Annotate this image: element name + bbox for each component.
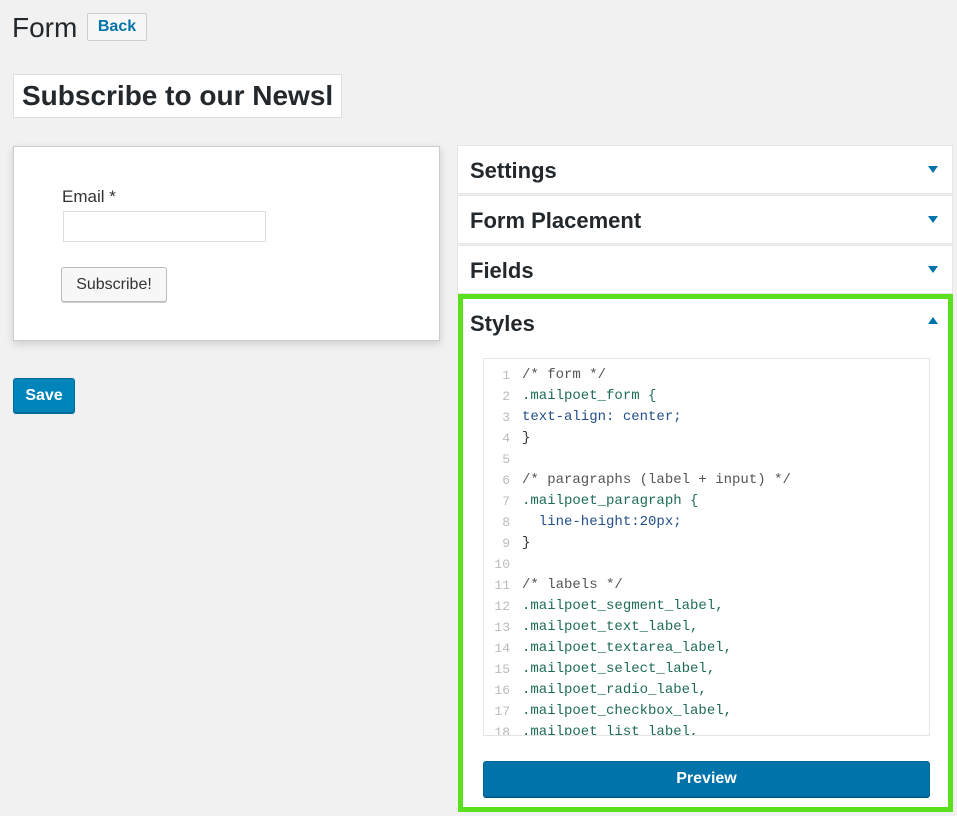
- code-text: .mailpoet_form {: [522, 388, 657, 404]
- styles-code-editor[interactable]: 1 /* form */ 2 .mailpoet_form { 3 text-alig…: [483, 358, 930, 736]
- code-line: 7 .mailpoet_paragraph {: [484, 491, 698, 512]
- code-line: 11 /* labels */: [484, 575, 622, 596]
- email-field[interactable]: [63, 211, 266, 242]
- line-number: 7: [502, 494, 510, 509]
- code-text: .mailpoet_checkbox_label,: [522, 703, 733, 719]
- panel-styles-header[interactable]: Styles: [463, 299, 948, 351]
- code-text: /* paragraphs (label + input) */: [522, 472, 791, 488]
- code-text: .mailpoet_radio_label,: [522, 682, 707, 698]
- line-number: 17: [494, 704, 510, 719]
- code-line: 17 .mailpoet_checkbox_label,: [484, 701, 732, 722]
- panel-styles: Styles 1 /* form */ 2 .mailpoet_form { 3 te…: [458, 294, 953, 812]
- code-text: .mailpoet_select_label,: [522, 661, 716, 677]
- caret-down-icon: [928, 166, 938, 173]
- panel-styles-title: Styles: [470, 311, 535, 336]
- email-label: Email *: [62, 187, 116, 206]
- code-text: line-height:20px;: [522, 514, 682, 530]
- line-number: 16: [494, 683, 510, 698]
- code-line: 18 .mailpoet_list_label,: [484, 722, 698, 736]
- code-text: .mailpoet_segment_label,: [522, 598, 724, 614]
- code-text: .mailpoet_list_label,: [522, 724, 699, 736]
- code-text: }: [522, 535, 531, 551]
- code-line: 15 .mailpoet_select_label,: [484, 659, 715, 680]
- line-number: 13: [494, 620, 510, 635]
- code-line: 2 .mailpoet_form {: [484, 386, 656, 407]
- preview-button[interactable]: Preview: [483, 761, 930, 797]
- line-number: 10: [494, 557, 510, 572]
- page-title: Form: [12, 12, 78, 43]
- caret-up-icon: [928, 317, 938, 324]
- subscribe-button[interactable]: Subscribe!: [61, 267, 167, 302]
- line-number: 2: [502, 389, 510, 404]
- panel-settings-title: Settings: [470, 158, 557, 183]
- line-number: 11: [494, 578, 510, 593]
- panel-form-placement-title: Form Placement: [470, 208, 642, 233]
- caret-down-icon: [928, 266, 938, 273]
- panel-settings[interactable]: Settings: [457, 145, 953, 194]
- line-number: 6: [502, 473, 510, 488]
- code-text: }: [522, 430, 531, 446]
- code-text: /* form */: [522, 367, 607, 383]
- line-number: 18: [494, 725, 510, 736]
- line-number: 4: [502, 431, 510, 446]
- panel-form-placement[interactable]: Form Placement: [457, 195, 953, 244]
- code-line: 1 /* form */: [484, 365, 606, 386]
- code-text: .mailpoet_textarea_label,: [522, 640, 733, 656]
- code-line: 13 .mailpoet_text_label,: [484, 617, 698, 638]
- code-text: .mailpoet_text_label,: [522, 619, 699, 635]
- code-line: 16 .mailpoet_radio_label,: [484, 680, 706, 701]
- panel-fields-title: Fields: [470, 258, 534, 283]
- code-text: text-align: center;: [522, 409, 682, 425]
- code-line: 6 /* paragraphs (label + input) */: [484, 470, 791, 491]
- line-number: 8: [502, 515, 510, 530]
- line-number: 5: [502, 452, 510, 467]
- code-line: 3 text-align: center;: [484, 407, 681, 428]
- caret-down-icon: [928, 216, 938, 223]
- back-button[interactable]: Back: [87, 13, 147, 41]
- code-line: 5: [484, 449, 510, 470]
- save-button[interactable]: Save: [13, 378, 75, 413]
- code-line: 8 line-height:20px;: [484, 512, 681, 533]
- line-number: 9: [502, 536, 510, 551]
- line-number: 1: [502, 368, 510, 383]
- line-number: 3: [502, 410, 510, 425]
- form-title-input[interactable]: [13, 74, 342, 118]
- code-line: 12 .mailpoet_segment_label,: [484, 596, 723, 617]
- line-number: 14: [494, 641, 510, 656]
- line-number: 12: [494, 599, 510, 614]
- form-preview: Email * Subscribe!: [13, 146, 440, 341]
- line-number: 15: [494, 662, 510, 677]
- panel-fields[interactable]: Fields: [457, 245, 953, 294]
- code-line: 14 .mailpoet_textarea_label,: [484, 638, 732, 659]
- code-text: /* labels */: [522, 577, 623, 593]
- code-text: .mailpoet_paragraph {: [522, 493, 699, 509]
- code-line: 9}: [484, 533, 530, 554]
- code-line: 10: [484, 554, 510, 575]
- code-line: 4}: [484, 428, 530, 449]
